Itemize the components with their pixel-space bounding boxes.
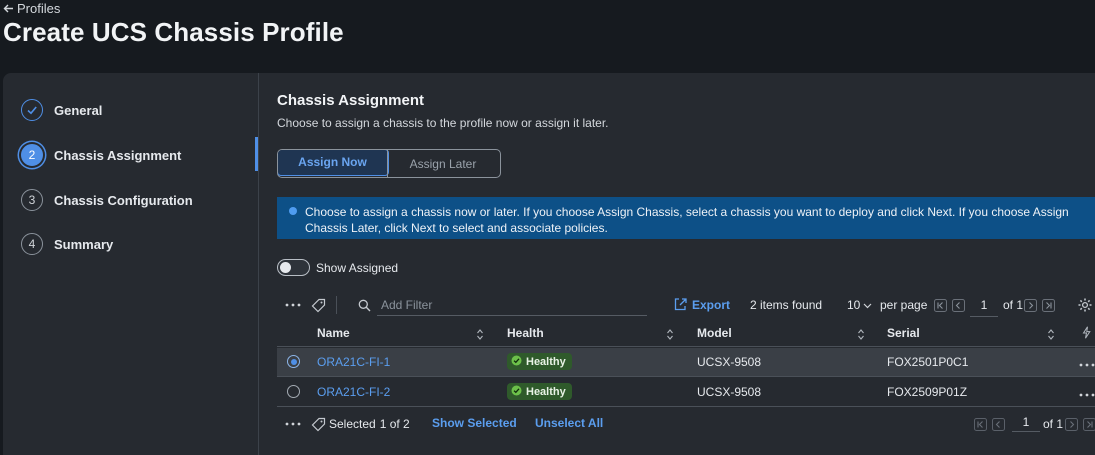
show-selected-button[interactable]: Show Selected <box>432 416 517 430</box>
next-page-icon[interactable] <box>1065 413 1078 435</box>
last-page-icon[interactable] <box>1083 413 1095 435</box>
sort-icon[interactable] <box>477 327 483 345</box>
next-page-icon[interactable] <box>1024 293 1037 317</box>
row-name-link[interactable]: ORA21C-FI-1 <box>317 355 390 369</box>
prev-page-icon[interactable] <box>992 413 1005 435</box>
info-banner-text: Choose to assign a chassis now or later.… <box>305 205 1069 235</box>
toolbar-divider <box>336 296 337 314</box>
first-page-icon[interactable] <box>974 413 987 435</box>
wizard-panel: General 2 Chassis Assignment 3 Chassis C… <box>3 73 1095 455</box>
tag-icon[interactable] <box>311 293 326 317</box>
main-content: Chassis Assignment Choose to assign a ch… <box>259 73 1095 455</box>
per-page-select[interactable]: 10 <box>847 293 872 317</box>
status-badge: Healthy <box>507 353 572 370</box>
info-banner: Choose to assign a chassis now or later.… <box>277 197 1095 239</box>
more-actions-icon[interactable] <box>285 293 301 317</box>
step-summary[interactable]: 4 Summary <box>21 230 113 258</box>
step-label: Chassis Assignment <box>54 147 182 163</box>
active-step-indicator <box>255 137 258 171</box>
section-description: Choose to assign a chassis to the profil… <box>277 116 609 130</box>
column-header-serial[interactable]: Serial <box>887 326 920 340</box>
row-name-link[interactable]: ORA21C-FI-2 <box>317 385 390 399</box>
table-toolbar: Export 2 items found 10 per page 1 of 1 <box>277 293 1095 317</box>
step-general[interactable]: General <box>21 96 102 124</box>
step-label: General <box>54 102 103 118</box>
step-number: 2 <box>21 144 43 166</box>
row-radio[interactable] <box>287 355 300 368</box>
check-circle-icon <box>511 385 522 399</box>
show-assigned-label: Show Assigned <box>316 260 399 275</box>
chevron-down-icon <box>863 298 872 312</box>
row-model: UCSX-9508 <box>697 355 762 369</box>
unselect-all-button[interactable]: Unselect All <box>535 416 603 430</box>
row-serial: FOX2501P0C1 <box>887 355 969 369</box>
sort-icon[interactable] <box>1048 327 1054 345</box>
page-input[interactable]: 1 <box>1012 412 1040 432</box>
health-label: Healthy <box>526 355 566 368</box>
row-serial: FOX2509P01Z <box>887 385 968 399</box>
back-link[interactable]: Profiles <box>3 1 60 16</box>
filter-field <box>377 294 647 316</box>
section-title: Chassis Assignment <box>277 92 424 109</box>
wizard-steps: General 2 Chassis Assignment 3 Chassis C… <box>3 73 259 455</box>
tag-icon[interactable] <box>311 413 326 435</box>
sort-icon[interactable] <box>667 327 673 345</box>
step-chassis-configuration[interactable]: 3 Chassis Configuration <box>21 186 193 214</box>
per-page-label: per page <box>880 298 928 312</box>
lightning-icon[interactable] <box>1082 326 1091 344</box>
prev-page-icon[interactable] <box>952 293 965 317</box>
row-model: UCSX-9508 <box>697 385 762 399</box>
check-icon <box>21 99 43 121</box>
health-label: Healthy <box>526 385 566 398</box>
column-header-model[interactable]: Model <box>697 326 732 340</box>
back-link-label: Profiles <box>17 1 61 16</box>
table-header: Name Health Model Serial <box>277 321 1095 347</box>
step-number: 3 <box>21 189 43 211</box>
row-actions-icon[interactable] <box>1079 384 1095 400</box>
export-button[interactable]: Export <box>674 293 730 317</box>
assign-toggle-group: Assign Now Assign Later <box>277 149 501 178</box>
assign-now-button[interactable]: Assign Now <box>278 150 389 176</box>
table-row[interactable]: ORA21C-FI-1 Healthy UCSX-9508 FOX2501P0C… <box>277 348 1095 377</box>
filter-input[interactable] <box>377 297 627 312</box>
items-found: 2 items found <box>750 298 823 312</box>
info-icon <box>289 207 297 215</box>
table-footer: Selected 1 of 2 Show Selected Unselect A… <box>277 413 1095 435</box>
per-page-value: 10 <box>847 298 861 312</box>
step-label: Summary <box>54 236 114 252</box>
page-header: Profiles Create UCS Chassis Profile <box>0 0 1095 72</box>
column-header-health[interactable]: Health <box>507 326 544 340</box>
column-header-name[interactable]: Name <box>317 326 350 340</box>
selected-prefix: Selected <box>329 417 376 431</box>
selected-count: Selected 1 of 2 <box>329 413 410 435</box>
search-icon <box>358 293 371 317</box>
export-icon <box>674 297 687 314</box>
selected-value: 1 of 2 <box>379 417 410 431</box>
step-chassis-assignment[interactable]: 2 Chassis Assignment <box>21 141 181 169</box>
page-input[interactable]: 1 <box>970 293 998 317</box>
arrow-left-icon <box>3 3 14 14</box>
row-actions-icon[interactable] <box>1079 354 1095 370</box>
first-page-icon[interactable] <box>934 293 947 317</box>
show-assigned-toggle[interactable] <box>277 259 310 276</box>
sort-icon[interactable] <box>858 327 864 345</box>
row-radio[interactable] <box>287 385 300 398</box>
page-title: Create UCS Chassis Profile <box>3 17 344 47</box>
export-label: Export <box>692 298 731 312</box>
status-badge: Healthy <box>507 383 572 400</box>
assign-later-button[interactable]: Assign Later <box>387 150 498 177</box>
page-count: of 1 <box>1003 298 1024 312</box>
last-page-icon[interactable] <box>1042 293 1055 317</box>
check-circle-icon <box>511 355 522 369</box>
step-label: Chassis Configuration <box>54 192 193 208</box>
more-actions-icon[interactable] <box>285 413 301 435</box>
settings-gear-icon[interactable] <box>1077 293 1093 317</box>
step-number: 4 <box>21 233 43 255</box>
page-count: of 1 <box>1043 417 1064 431</box>
show-assigned-row: Show Assigned <box>277 259 398 276</box>
table-row[interactable]: ORA21C-FI-2 Healthy UCSX-9508 FOX2509P01… <box>277 378 1095 407</box>
